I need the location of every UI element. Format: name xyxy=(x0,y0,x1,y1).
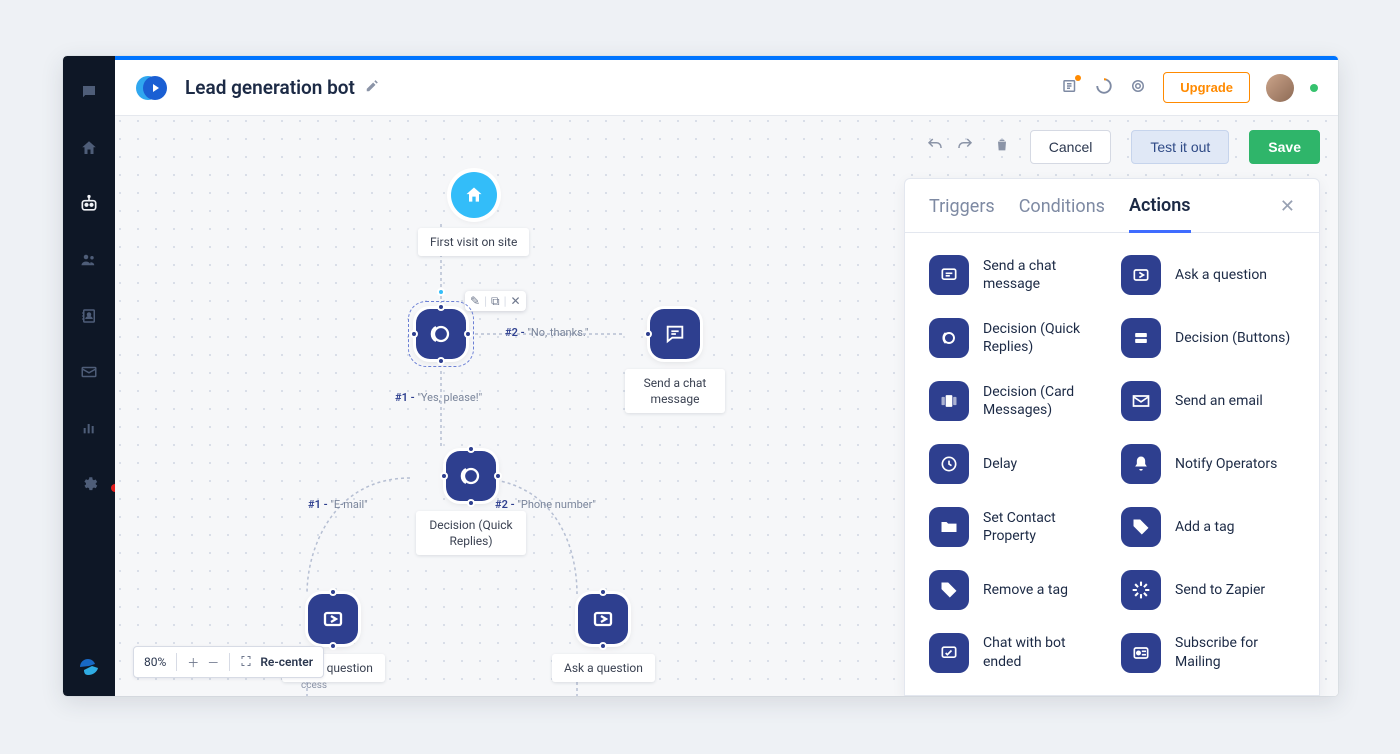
node-mini-toolbar: ✎ | ⧉ | ✕ xyxy=(465,291,526,311)
notification-dot xyxy=(1075,75,1081,81)
rail-mail-icon[interactable] xyxy=(69,352,109,392)
radar-icon[interactable] xyxy=(1129,77,1147,99)
cropped-label: ccess xyxy=(301,680,327,691)
node-chat-message[interactable]: Send a chat message xyxy=(625,309,725,413)
edit-title-icon[interactable] xyxy=(365,78,379,97)
tab-actions[interactable]: Actions xyxy=(1129,195,1191,233)
copy-icon[interactable]: ⧉ xyxy=(491,294,500,308)
node-decision-1[interactable] xyxy=(416,309,466,359)
zoom-out-icon[interactable]: － xyxy=(207,654,219,671)
email-icon xyxy=(1121,381,1161,421)
node-start[interactable]: First visit on site xyxy=(418,172,529,256)
tag-remove-icon xyxy=(929,570,969,610)
action-ask-question[interactable]: Ask a question xyxy=(1121,253,1295,298)
clock-icon xyxy=(929,444,969,484)
recenter-icon[interactable] xyxy=(240,655,252,670)
rail-settings-icon[interactable] xyxy=(69,464,109,504)
zapier-icon xyxy=(1121,570,1161,610)
status-online-dot xyxy=(1310,84,1318,92)
action-send-zapier[interactable]: Send to Zapier xyxy=(1121,567,1295,612)
node-chat-message-label: Send a chat message xyxy=(625,369,725,413)
flow-canvas[interactable]: Cancel Test it out Save xyxy=(115,116,1338,696)
action-decision-buttons[interactable]: Decision (Buttons) xyxy=(1121,316,1295,361)
action-notify-operators[interactable]: Notify Operators xyxy=(1121,442,1295,487)
decision-card-icon xyxy=(929,381,969,421)
upgrade-button[interactable]: Upgrade xyxy=(1163,72,1250,103)
node-ask-right[interactable]: Ask a question xyxy=(552,594,655,682)
home-icon xyxy=(451,172,497,218)
actions-panel: Triggers Conditions Actions ✕ Send a cha… xyxy=(904,178,1320,696)
bell-icon xyxy=(1121,444,1161,484)
ask-question-icon xyxy=(308,594,358,644)
chat-ended-icon xyxy=(929,633,969,673)
tag-icon xyxy=(1121,507,1161,547)
bot-title: Lead generation bot xyxy=(185,76,355,99)
rail-analytics-icon[interactable] xyxy=(69,408,109,448)
decision-quick-replies-icon xyxy=(416,309,466,359)
left-rail xyxy=(63,56,115,696)
news-icon[interactable] xyxy=(1061,77,1079,99)
edge-label-email: #1 - "E-mail" xyxy=(308,498,368,511)
decision-quick-replies-icon xyxy=(446,451,496,501)
rail-people-icon[interactable] xyxy=(69,240,109,280)
ask-question-icon xyxy=(1121,255,1161,295)
zoom-in-icon[interactable]: ＋ xyxy=(187,654,199,671)
close-icon[interactable]: ✕ xyxy=(511,294,521,308)
node-ask-right-label: Ask a question xyxy=(552,654,655,682)
edge-label-phone: #2 - "Phone number" xyxy=(495,498,596,511)
edge-label-yes-please: #1 - "Yes, please!" xyxy=(395,391,482,404)
rail-contacts-icon[interactable] xyxy=(69,296,109,336)
ask-question-icon xyxy=(578,594,628,644)
zoom-value: 80% xyxy=(144,655,166,669)
decision-buttons-icon xyxy=(1121,318,1161,358)
rail-brand-icon[interactable] xyxy=(77,654,101,682)
action-decision-quick[interactable]: Decision (Quick Replies) xyxy=(929,316,1103,361)
tab-conditions[interactable]: Conditions xyxy=(1019,196,1105,231)
action-send-email[interactable]: Send an email xyxy=(1121,379,1295,424)
folder-icon xyxy=(929,507,969,547)
node-decision-2-label: Decision (Quick Replies) xyxy=(416,511,526,555)
edit-icon[interactable]: ✎ xyxy=(470,294,480,308)
action-send-chat-message[interactable]: Send a chat message xyxy=(929,253,1103,298)
workspace: Lead generation bot Upgrade xyxy=(115,56,1338,696)
action-subscribe-mailing[interactable]: Subscribe for Mailing xyxy=(1121,630,1295,675)
connector-dot xyxy=(437,288,445,296)
action-delay[interactable]: Delay xyxy=(929,442,1103,487)
rail-home-icon[interactable] xyxy=(69,128,109,168)
topbar: Lead generation bot Upgrade xyxy=(115,60,1338,116)
decision-quick-replies-icon xyxy=(929,318,969,358)
recenter-label[interactable]: Re-center xyxy=(260,655,313,669)
action-set-contact[interactable]: Set Contact Property xyxy=(929,504,1103,549)
rail-bot-icon[interactable] xyxy=(69,184,109,224)
app-logo xyxy=(135,71,169,105)
progress-icon[interactable] xyxy=(1095,77,1113,99)
tab-triggers[interactable]: Triggers xyxy=(929,196,995,231)
chat-message-icon xyxy=(929,255,969,295)
edge-label-no-thanks: #2 - "No, thanks." xyxy=(505,326,588,339)
user-avatar[interactable] xyxy=(1266,74,1294,102)
panel-close-icon[interactable]: ✕ xyxy=(1280,196,1295,231)
zoom-controls: 80% ＋ － Re-center xyxy=(133,646,324,678)
action-add-tag[interactable]: Add a tag xyxy=(1121,504,1295,549)
mailing-icon xyxy=(1121,633,1161,673)
node-start-label: First visit on site xyxy=(418,228,529,256)
chat-message-icon xyxy=(650,309,700,359)
action-chat-ended[interactable]: Chat with bot ended xyxy=(929,630,1103,675)
rail-chat-icon[interactable] xyxy=(69,72,109,112)
action-remove-tag[interactable]: Remove a tag xyxy=(929,567,1103,612)
action-decision-card[interactable]: Decision (Card Messages) xyxy=(929,379,1103,424)
